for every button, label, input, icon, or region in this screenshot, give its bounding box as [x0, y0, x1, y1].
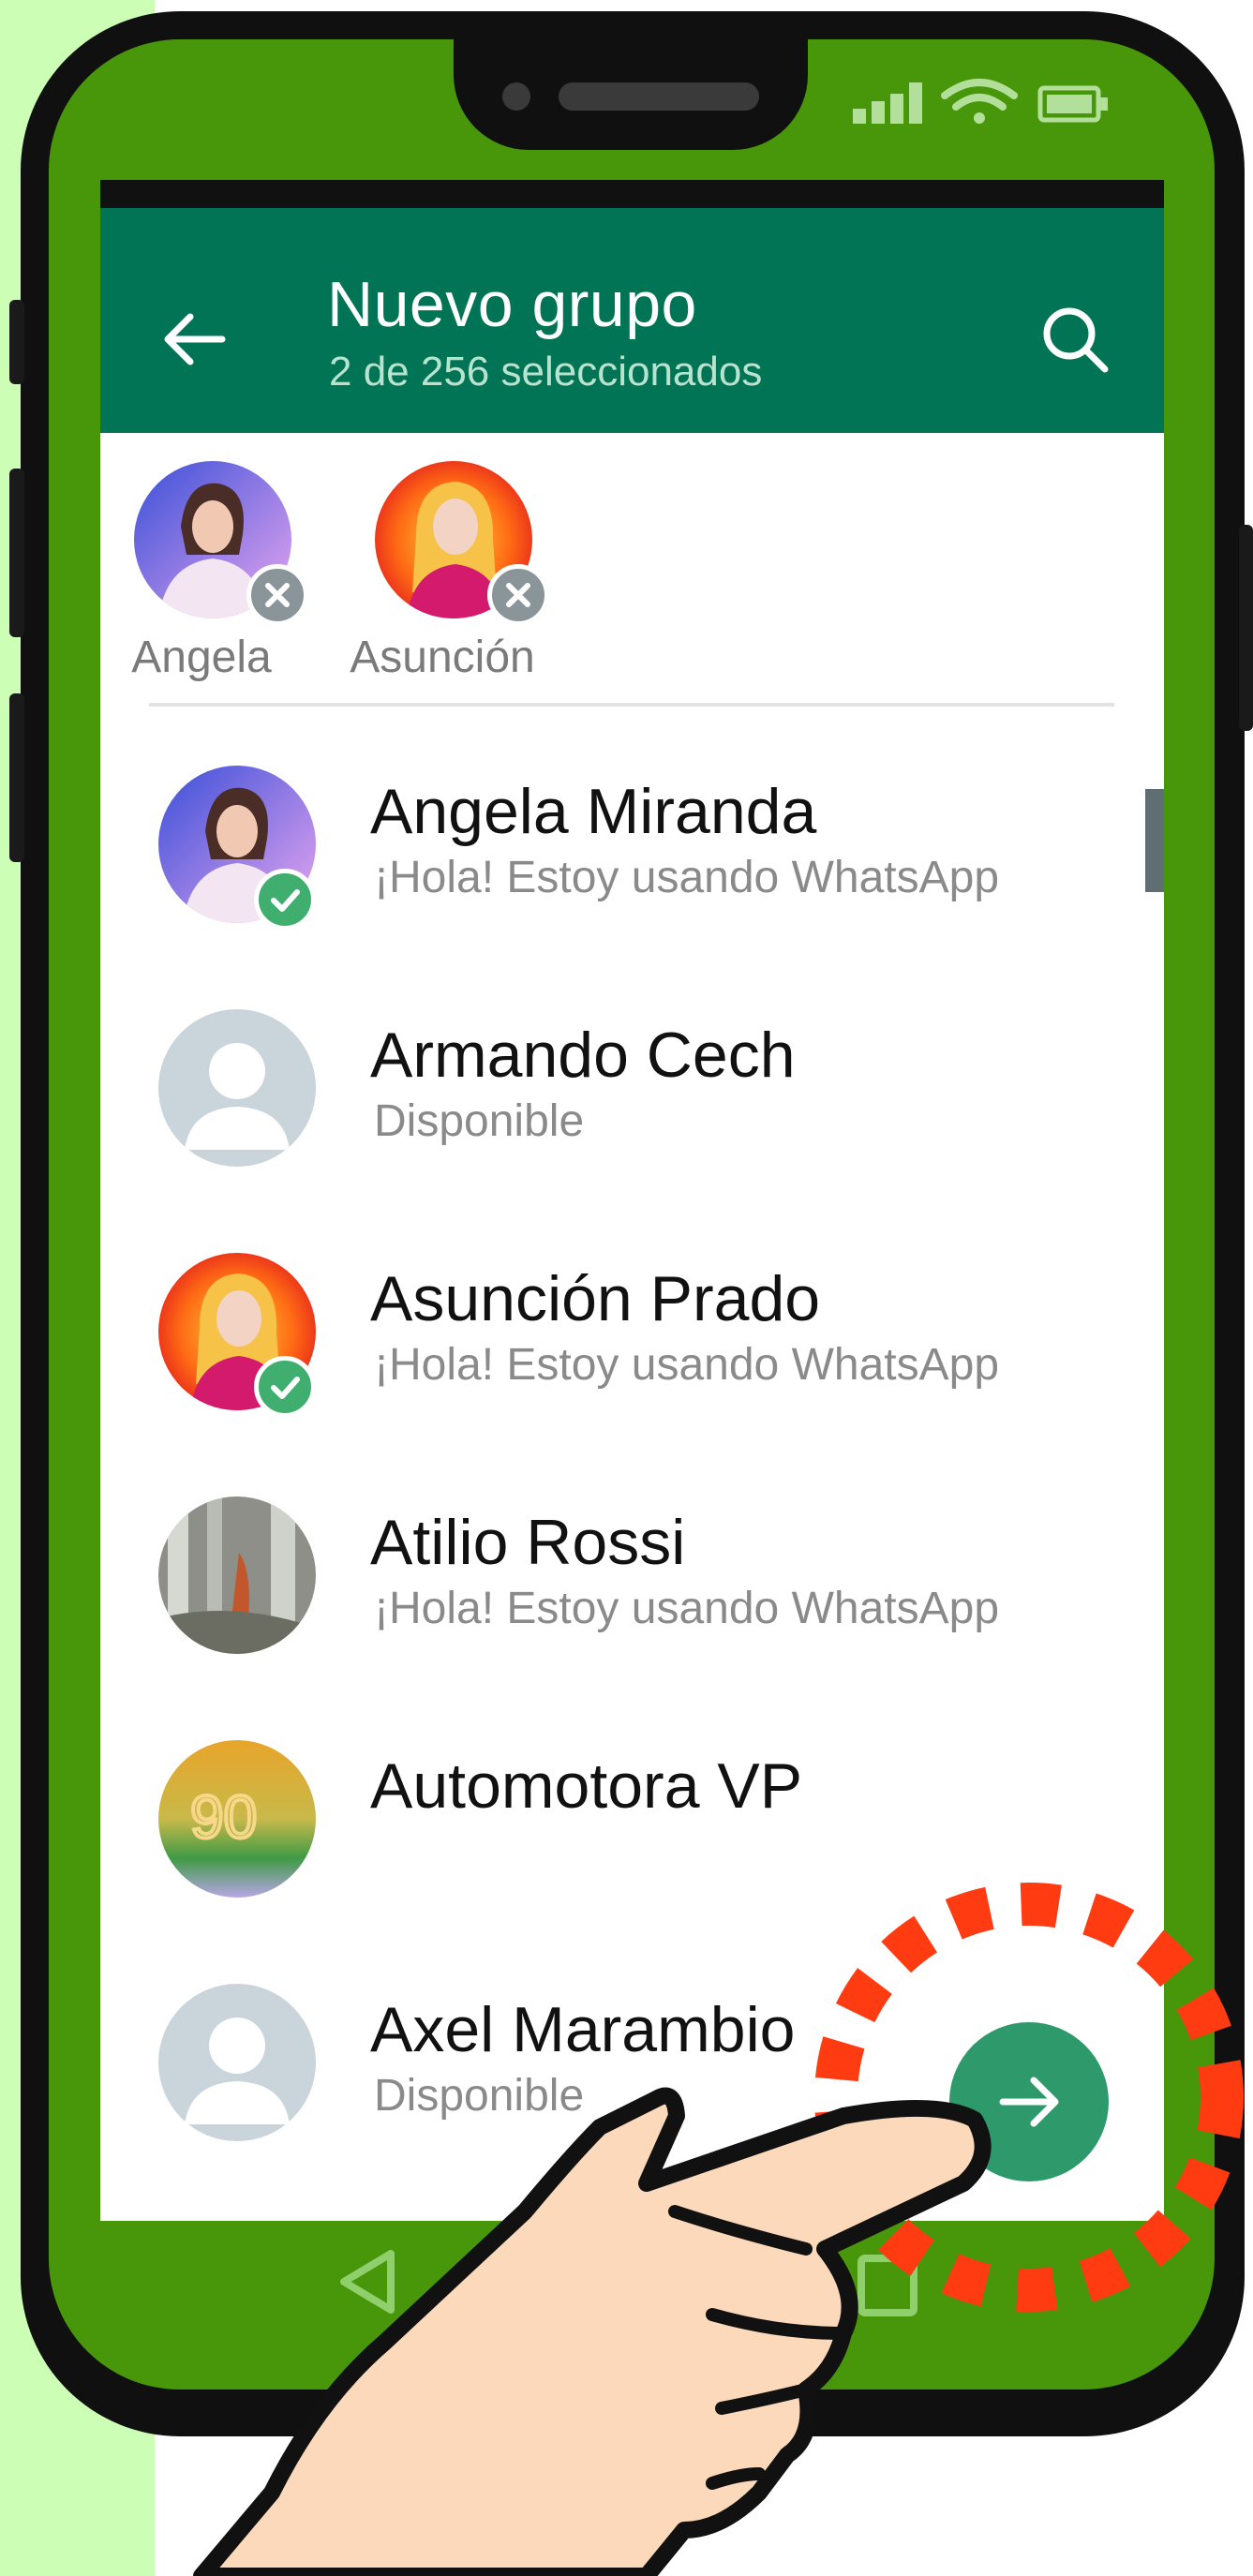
selected-check-icon: [254, 1356, 316, 1418]
avatar: [158, 1009, 316, 1167]
search-icon[interactable]: [1037, 302, 1112, 377]
contact-name: Atilio Rossi: [370, 1507, 686, 1578]
avatar: [158, 1496, 316, 1654]
avatar: [158, 1984, 316, 2141]
contact-status: ¡Hola! Estoy usando WhatsApp: [374, 853, 1000, 902]
svg-text:90: 90: [190, 1783, 257, 1851]
contact-name: Axel Marambio: [370, 1994, 796, 2065]
contact-row[interactable]: Atilio Rossi ¡Hola! Estoy usando WhatsAp…: [100, 1496, 1084, 1740]
scrollbar[interactable]: [1145, 789, 1164, 892]
contact-row[interactable]: 90 Automotora VP: [100, 1740, 1084, 1984]
contact-row[interactable]: Armando Cech Disponible: [100, 1009, 1084, 1253]
battery-icon: [1037, 85, 1108, 123]
contact-name: Angela Miranda: [370, 776, 817, 847]
volume-up-button: [9, 469, 24, 637]
contact-status: Disponible: [374, 1096, 585, 1146]
nav-back-icon: [340, 2250, 395, 2314]
app-screen: Nuevo grupo 2 de 256 seleccionados Angel…: [100, 180, 1164, 2221]
avatar: 90: [158, 1740, 316, 1898]
arrow-right-icon: [999, 2077, 1059, 2127]
contact-status: ¡Hola! Estoy usando WhatsApp: [374, 1340, 1000, 1390]
wifi-icon: [941, 79, 1018, 124]
contact-name: Armando Cech: [370, 1020, 796, 1091]
contact-name: Automotora VP: [370, 1750, 803, 1822]
earpiece-speaker: [559, 82, 759, 111]
contact-row[interactable]: Asunción Prado ¡Hola! Estoy usando Whats…: [100, 1253, 1084, 1496]
chip-label: Asunción: [350, 633, 535, 682]
contact-status: Disponible: [374, 2071, 585, 2121]
navigation-bar: [340, 2250, 917, 2316]
contact-status: ¡Hola! Estoy usando WhatsApp: [374, 1584, 1000, 1633]
status-bar: [100, 180, 1164, 208]
power-button: [1239, 525, 1253, 731]
selected-check-icon: [254, 869, 316, 931]
contact-name: Asunción Prado: [370, 1263, 821, 1334]
contact-row[interactable]: Axel Marambio Disponible: [100, 1984, 1084, 2221]
back-arrow-icon[interactable]: [157, 302, 231, 377]
remove-icon[interactable]: [246, 564, 308, 626]
status-icons: [853, 79, 1108, 124]
next-button[interactable]: [949, 2022, 1109, 2181]
volume-down-button: [9, 693, 24, 862]
app-bar: Nuevo grupo 2 de 256 seleccionados: [100, 208, 1164, 433]
side-button: [9, 300, 24, 384]
remove-icon[interactable]: [487, 564, 549, 626]
page-title: Nuevo grupo: [327, 269, 697, 340]
signal-icon: [853, 82, 922, 124]
front-camera: [502, 82, 530, 111]
contact-row[interactable]: Angela Miranda ¡Hola! Estoy usando Whats…: [100, 766, 1084, 1009]
nav-recents-icon: [858, 2255, 917, 2316]
divider: [149, 703, 1114, 707]
chip-label: Angela: [131, 633, 272, 682]
selection-count: 2 de 256 seleccionados: [329, 349, 763, 395]
